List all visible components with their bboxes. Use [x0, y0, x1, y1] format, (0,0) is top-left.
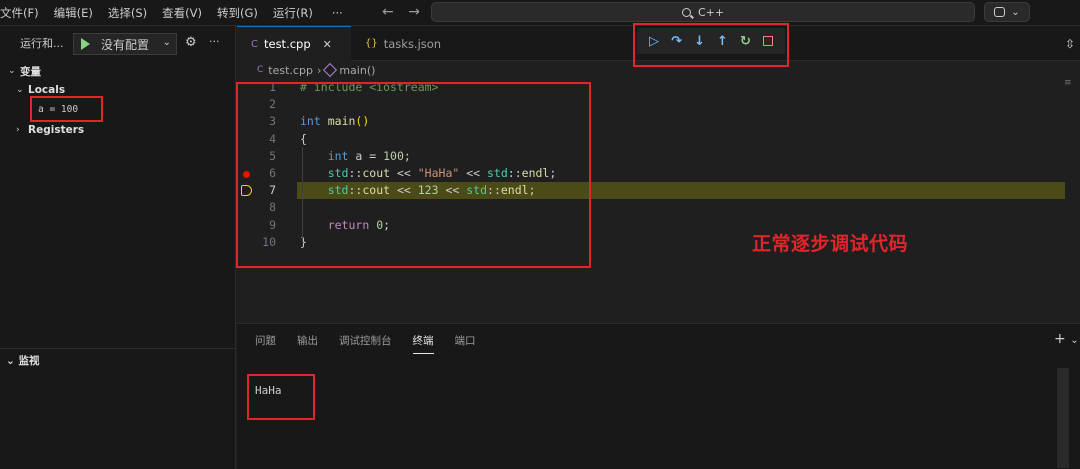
variable-highlight-box: [30, 96, 103, 122]
tab-output[interactable]: 输出: [297, 333, 318, 354]
tab-debug-console[interactable]: 调试控制台: [339, 333, 392, 354]
bottom-panel: 问题 输出 调试控制台 终端 端口 + ⌄ HaHa: [237, 323, 1080, 469]
debug-toolbar-highlight-box: [633, 23, 789, 67]
launch-config-select[interactable]: 没有配置 ⌄: [73, 33, 177, 55]
menu-run[interactable]: 运行(R): [273, 5, 313, 21]
terminal-output-highlight-box: [247, 374, 315, 420]
tab-label: tasks.json: [383, 36, 442, 51]
code-highlight-box: [236, 82, 591, 268]
watch-divider: [0, 348, 236, 349]
title-bar: 文件(F) 编辑(E) 选择(S) 查看(V) 转到(G) 运行(R) ··· …: [0, 0, 1080, 26]
command-center-search[interactable]: C++: [431, 2, 975, 22]
chevron-down-icon: ⌄: [1011, 6, 1020, 18]
chevron-right-icon: ›: [16, 125, 20, 135]
annotation-text: 正常逐步调试代码: [752, 233, 909, 255]
copilot-button[interactable]: ⌄: [984, 2, 1030, 22]
more-actions-icon[interactable]: ···: [209, 35, 220, 48]
panel-actions: + ⌄: [1054, 331, 1079, 347]
c-file-icon: C: [251, 38, 258, 50]
chevron-down-icon: ⌄: [6, 355, 19, 367]
tab-label: test.cpp: [263, 37, 311, 51]
watch-section-header[interactable]: ⌄ 监视: [6, 353, 39, 368]
chevron-down-icon: ⌄: [8, 66, 16, 76]
json-file-icon: {}: [365, 38, 378, 49]
sidebar-header: 运行和... 没有配置 ⌄ ⚙ ···: [0, 26, 236, 60]
copilot-icon: [994, 7, 1006, 17]
menu-bar: 文件(F) 编辑(E) 选择(S) 查看(V) 转到(G) 运行(R) ···: [0, 0, 358, 26]
sidebar-title: 运行和...: [20, 37, 64, 50]
function-icon: [323, 62, 338, 78]
search-icon: [681, 7, 691, 17]
locals-label: Locals: [28, 84, 66, 96]
chevron-down-icon[interactable]: ⌄: [1070, 335, 1078, 346]
minimap-icon: ≡: [1064, 78, 1072, 88]
panel-tab-bar: 问题 输出 调试控制台 终端 端口: [255, 333, 497, 354]
tab-ports[interactable]: 端口: [455, 333, 476, 354]
terminal-scrollbar[interactable]: [1057, 368, 1069, 468]
c-file-icon: C: [257, 65, 264, 75]
variables-section-header[interactable]: ⌄ 变量: [8, 62, 41, 80]
tab-test-cpp[interactable]: C test.cpp ✕: [237, 26, 351, 61]
launch-config-label: 没有配置: [101, 37, 150, 52]
tab-tasks-json[interactable]: {} tasks.json: [351, 26, 457, 61]
command-center-label: C++: [697, 5, 725, 19]
breadcrumb: C test.cpp › main(): [257, 62, 375, 78]
chevron-down-icon: ⌄: [162, 37, 171, 48]
split-editor-icon[interactable]: ⇳: [1065, 37, 1075, 51]
run-and-debug-sidebar: 运行和... 没有配置 ⌄ ⚙ ··· ⌄ 变量 ⌄ Locals a = 10…: [0, 26, 236, 469]
menu-go[interactable]: 转到(G): [217, 5, 258, 21]
tab-terminal[interactable]: 终端: [412, 333, 434, 354]
variables-section-label: 变量: [20, 65, 41, 78]
gear-icon[interactable]: ⚙: [185, 35, 197, 50]
tab-problems[interactable]: 问题: [255, 333, 276, 354]
chevron-down-icon: ⌄: [16, 85, 24, 95]
new-terminal-icon[interactable]: +: [1054, 331, 1066, 347]
forward-arrow-icon[interactable]: →: [408, 4, 420, 20]
back-arrow-icon[interactable]: ←: [382, 4, 394, 20]
start-debugging-icon[interactable]: [81, 38, 90, 50]
breadcrumb-file[interactable]: test.cpp: [268, 64, 313, 77]
navigation-arrows: ← →: [382, 4, 430, 20]
menu-more-button[interactable]: ···: [332, 6, 343, 20]
registers-scope-row[interactable]: › Registers: [16, 121, 84, 139]
watch-section-label: 监视: [18, 355, 40, 367]
menu-file[interactable]: 文件(F): [0, 5, 39, 21]
menu-view[interactable]: 查看(V): [162, 5, 202, 21]
close-icon[interactable]: ✕: [323, 38, 332, 51]
registers-label: Registers: [28, 124, 85, 136]
menu-selection[interactable]: 选择(S): [108, 5, 147, 21]
menu-edit[interactable]: 编辑(E): [54, 5, 93, 21]
chevron-right-icon: ›: [316, 63, 322, 77]
breadcrumb-symbol[interactable]: main(): [339, 64, 375, 77]
